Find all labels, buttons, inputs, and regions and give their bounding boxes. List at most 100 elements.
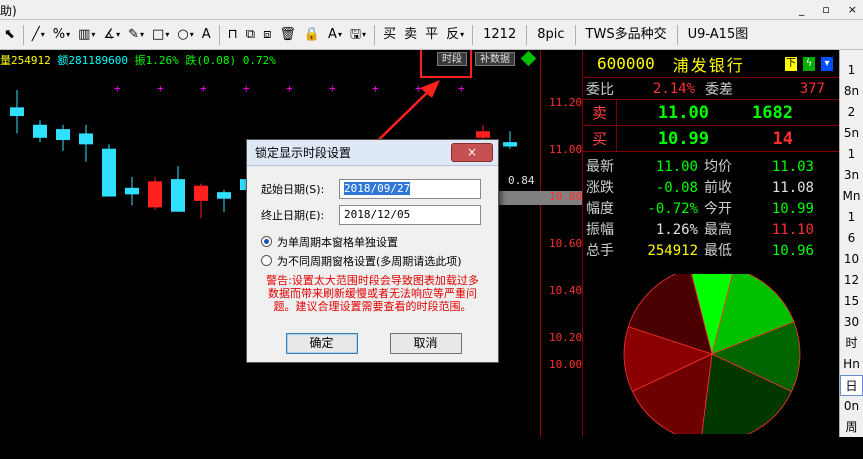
period-item[interactable]: 1 bbox=[840, 207, 863, 228]
sell-row[interactable]: 卖 11.00 1682 bbox=[583, 99, 839, 126]
signal-marker: + bbox=[200, 82, 207, 95]
percent-tool-icon[interactable]: % ▾ bbox=[49, 23, 74, 47]
pencil-tool-icon[interactable]: ✎ ▾ bbox=[124, 23, 148, 47]
period-item[interactable]: 0n bbox=[840, 396, 863, 417]
u9-button[interactable]: U9-A15图 bbox=[682, 23, 755, 47]
restore-button[interactable]: ▫ bbox=[822, 3, 829, 16]
signal-marker: + bbox=[114, 82, 121, 95]
tws-button[interactable]: TWS多品种交 bbox=[580, 23, 673, 47]
period-item[interactable]: 1 bbox=[840, 60, 863, 81]
period-item[interactable]: 15 bbox=[840, 291, 863, 312]
sell-side-label: 卖 bbox=[583, 99, 617, 126]
radio-single[interactable] bbox=[261, 236, 272, 247]
rectangle-tool-icon[interactable]: □ ▾ bbox=[148, 23, 173, 47]
period-item[interactable]: 1 bbox=[840, 144, 863, 165]
grid-tool-icon[interactable]: ▥ ▾ bbox=[74, 23, 99, 47]
start-date-value: 2018/09/27 bbox=[344, 182, 411, 195]
candle-body bbox=[79, 133, 93, 145]
code-button[interactable]: 1212 bbox=[477, 23, 522, 47]
text-tool-icon[interactable]: A bbox=[198, 23, 215, 47]
close-window-button[interactable]: × bbox=[848, 3, 857, 16]
minimize-button[interactable]: _ bbox=[799, 3, 805, 16]
latest-label: 最新 bbox=[586, 159, 614, 175]
radio-single-row[interactable]: 为单周期本窗格单独设置 bbox=[261, 234, 484, 249]
period-item[interactable]: 月 bbox=[840, 438, 863, 459]
candle-body bbox=[148, 181, 162, 208]
flash-icon[interactable]: ϟ bbox=[803, 56, 815, 71]
copy-icon[interactable]: ⧉ bbox=[242, 23, 259, 47]
period-item[interactable]: 6 bbox=[840, 228, 863, 249]
signal-marker: + bbox=[329, 82, 336, 95]
save-icon[interactable]: 🖫 ▾ bbox=[346, 23, 370, 47]
pic-button[interactable]: 8pic bbox=[531, 23, 570, 47]
period-item[interactable]: 5n bbox=[840, 123, 863, 144]
lock-icon[interactable]: 🔒 bbox=[300, 23, 324, 47]
start-date-row: 起始日期(S): 2018/09/27 bbox=[261, 178, 484, 200]
buy-side-label: 买 bbox=[583, 125, 617, 152]
sell-price: 11.00 bbox=[657, 102, 709, 123]
sell-button[interactable]: 卖 bbox=[400, 23, 421, 47]
candle-body bbox=[194, 185, 208, 201]
toolbar-separator bbox=[218, 24, 220, 45]
candle-body bbox=[10, 107, 24, 117]
pct-label: 幅度 bbox=[586, 201, 614, 217]
fill-data-button[interactable]: 补数据 bbox=[475, 52, 515, 66]
toolbar: ⬉ ╱ ▾ % ▾ ▥ ▾ ∡ ▾ ✎ ▾ □ ▾ ○ ▾ A ⊓ ⧉ ⧈ 🗑 🔒 A ▾ 🖫 ▾… bbox=[0, 20, 863, 50]
price-tick: 10.80 bbox=[549, 190, 582, 203]
dialog-buttons: 确定 取消 bbox=[247, 333, 500, 354]
toolbar-separator bbox=[472, 24, 474, 45]
stats-bar: 量254912 额281189600 振1.26% 跌(0.08) 0.72% bbox=[0, 52, 276, 68]
dialog-close-button[interactable]: × bbox=[451, 143, 493, 162]
period-item[interactable]: 30 bbox=[840, 312, 863, 333]
buy-qty: 14 bbox=[772, 128, 793, 149]
period-item[interactable]: Mn bbox=[840, 186, 863, 207]
period-item[interactable]: 日 bbox=[840, 375, 863, 396]
period-item[interactable]: 时 bbox=[840, 333, 863, 354]
ok-button[interactable]: 确定 bbox=[285, 333, 358, 354]
radio-multi-row[interactable]: 为不同周期窗格设置(多周期请选此项) bbox=[261, 253, 484, 268]
dropdown-icon[interactable]: ▾ bbox=[821, 56, 833, 71]
period-item[interactable]: Hn bbox=[840, 354, 863, 375]
down-badge[interactable]: 下 bbox=[785, 56, 797, 71]
period-item[interactable]: 10 bbox=[840, 249, 863, 270]
close-position-button[interactable]: 平 bbox=[421, 23, 442, 47]
buy-button[interactable]: 买 bbox=[379, 23, 400, 47]
dialog-title: 锁定显示时段设置 bbox=[255, 146, 352, 160]
amplitude-label: 振幅 bbox=[586, 222, 614, 238]
period-item[interactable]: 2 bbox=[840, 102, 863, 123]
stock-header: 600000 浦发银行 下 ϟ ▾ bbox=[583, 50, 839, 78]
cursor-icon[interactable]: ⬉ bbox=[0, 23, 19, 47]
line-tool-icon[interactable]: ╱ ▾ bbox=[28, 23, 49, 47]
stock-name: 浦发银行 bbox=[672, 55, 745, 75]
angle-tool-icon[interactable]: ∡ ▾ bbox=[99, 23, 124, 47]
price-tick: 10.60 bbox=[549, 237, 582, 250]
high-label: 最高 bbox=[704, 222, 732, 238]
ellipse-tool-icon[interactable]: ○ ▾ bbox=[173, 23, 197, 47]
reverse-button[interactable]: 反 ▾ bbox=[442, 23, 468, 47]
menu-fragment[interactable]: 助) bbox=[0, 2, 17, 19]
start-date-input[interactable]: 2018/09/27 bbox=[339, 179, 481, 199]
end-date-input[interactable]: 2018/12/05 bbox=[339, 205, 481, 225]
period-item[interactable]: 3n bbox=[840, 165, 863, 186]
buy-row[interactable]: 买 10.99 14 bbox=[583, 125, 839, 152]
weicha-label: 委差 bbox=[705, 81, 733, 98]
tail-candle-body bbox=[503, 142, 517, 147]
prev-close-value: 11.08 bbox=[771, 180, 814, 196]
paste-icon[interactable]: ⧈ bbox=[259, 23, 275, 47]
dialog-titlebar: 锁定显示时段设置 × bbox=[247, 140, 498, 166]
magnet-icon[interactable]: ⊓ bbox=[224, 23, 242, 47]
high-value: 11.10 bbox=[771, 222, 814, 238]
toolbar-separator bbox=[22, 24, 24, 45]
period-item[interactable]: 8n bbox=[840, 81, 863, 102]
period-item[interactable]: 周 bbox=[840, 417, 863, 438]
signal-marker: + bbox=[458, 82, 465, 95]
end-date-label: 终止日期(E): bbox=[261, 209, 325, 222]
radio-multi[interactable] bbox=[261, 255, 272, 266]
trash-icon[interactable]: 🗑 bbox=[275, 23, 300, 47]
signal-marker: + bbox=[372, 82, 379, 95]
signal-marker: + bbox=[286, 82, 293, 95]
cancel-button[interactable]: 取消 bbox=[389, 333, 462, 354]
font-color-icon[interactable]: A ▾ bbox=[324, 23, 346, 47]
toolbar-separator bbox=[374, 24, 376, 45]
period-item[interactable]: 12 bbox=[840, 270, 863, 291]
